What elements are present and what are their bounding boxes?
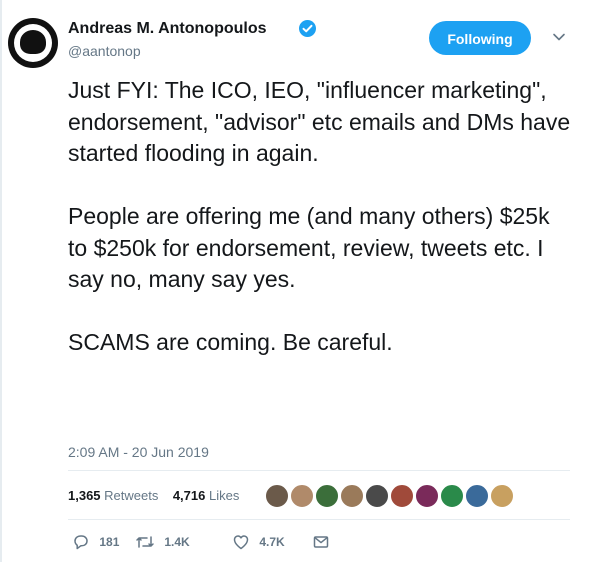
retweets-label: Retweets: [104, 488, 159, 503]
like-count: 4.7K: [259, 535, 285, 549]
likes-stat[interactable]: 4,716 Likes: [173, 488, 240, 503]
verified-badge-icon: [299, 20, 316, 37]
display-name[interactable]: Andreas M. Antonopoulos: [68, 20, 267, 38]
retweet-button[interactable]: 1.4K: [135, 533, 190, 551]
like-button[interactable]: 4.7K: [232, 533, 285, 551]
retweets-stat[interactable]: 1,365 Retweets: [68, 488, 158, 503]
avatar-1[interactable]: [265, 484, 289, 508]
retweet-icon: [136, 536, 154, 548]
tweet-paragraph: SCAMS are coming. Be careful.: [68, 329, 393, 355]
direct-message-button[interactable]: [312, 533, 330, 551]
chevron-down-icon[interactable]: [552, 30, 566, 44]
tweet-stats: 1,365 Retweets 4,716 Likes: [68, 488, 239, 503]
reply-count: 181: [99, 535, 120, 549]
likes-label: Likes: [209, 488, 240, 503]
avatar-2[interactable]: [290, 484, 314, 508]
following-button[interactable]: Following: [429, 21, 531, 55]
avatar-6[interactable]: [390, 484, 414, 508]
reply-icon: [74, 535, 88, 550]
reply-button[interactable]: 181: [72, 533, 119, 551]
retweets-count: 1,365: [68, 488, 101, 503]
avatar-figure: [20, 30, 46, 54]
avatar[interactable]: [8, 18, 58, 68]
thread-line: [0, 0, 2, 562]
avatar-4[interactable]: [340, 484, 364, 508]
avatar-9[interactable]: [465, 484, 489, 508]
divider: [68, 519, 570, 520]
likes-count: 4,716: [172, 488, 206, 503]
heart-icon: [233, 535, 249, 550]
avatar-8[interactable]: [440, 484, 464, 508]
tweet-timestamp[interactable]: 2:09 AM - 20 Jun 2019: [68, 444, 209, 460]
envelope-icon: [313, 536, 329, 548]
avatar-10[interactable]: [490, 484, 514, 508]
retweet-count: 1.4K: [164, 535, 190, 549]
avatar-5[interactable]: [365, 484, 389, 508]
avatar-3[interactable]: [315, 484, 339, 508]
tweet-paragraph: Just FYI: The ICO, IEO, "influencer mark…: [68, 77, 571, 166]
user-handle[interactable]: @aantonop: [68, 43, 141, 59]
tweet-paragraph: People are offering me (and many others)…: [68, 203, 550, 292]
tweet-text: Just FYI: The ICO, IEO, "influencer mark…: [68, 75, 573, 390]
divider: [68, 470, 570, 471]
avatar-7[interactable]: [415, 484, 439, 508]
